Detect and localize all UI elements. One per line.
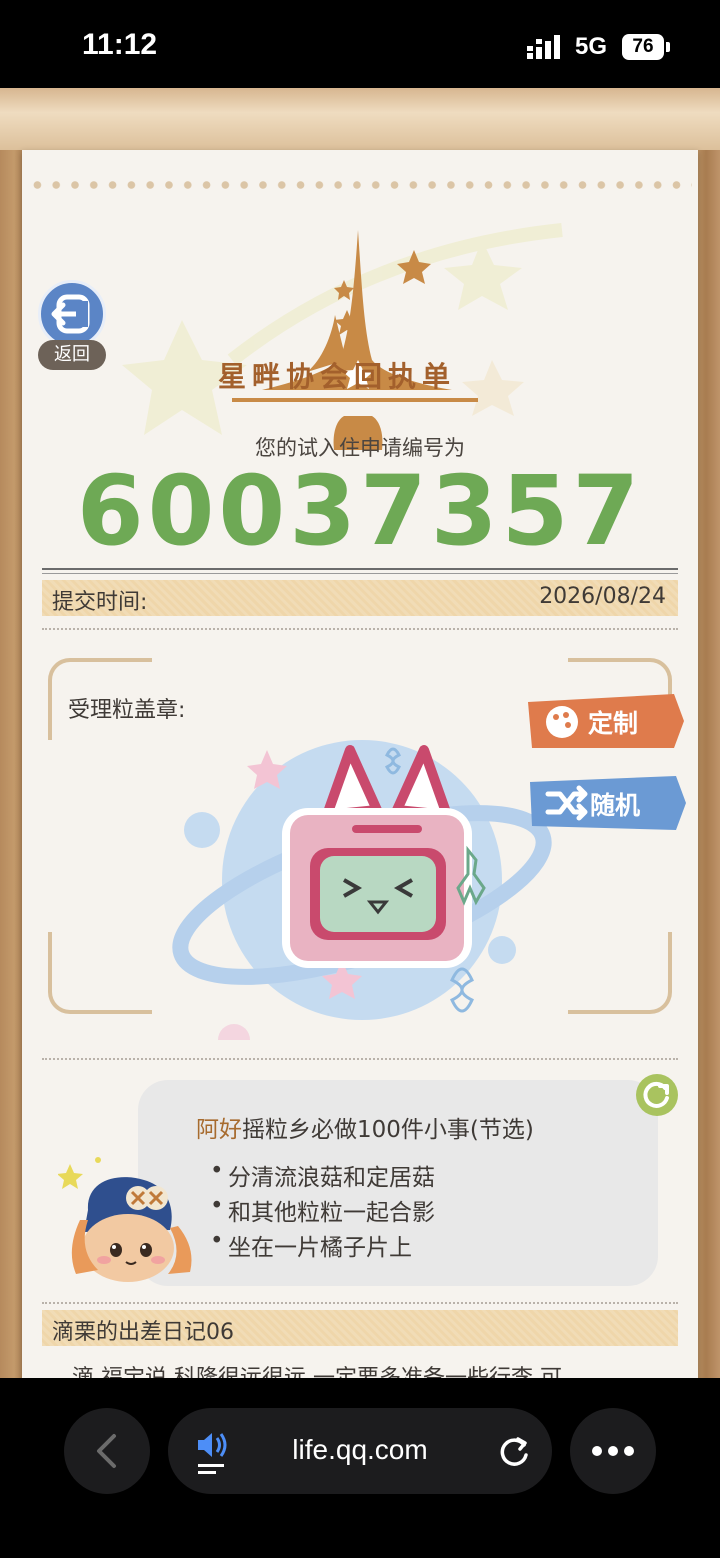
more-options-button[interactable] <box>570 1408 656 1494</box>
browser-bottom-bar: life.qq.com <box>0 1378 720 1558</box>
random-stamp-button[interactable]: 随机 <box>526 774 686 832</box>
submit-time-label: 提交时间: <box>52 590 148 615</box>
application-number: 60037357 <box>76 455 644 567</box>
signal-icon <box>527 35 560 59</box>
battery-level: 76 <box>622 34 664 60</box>
browser-back-button[interactable] <box>64 1408 150 1494</box>
random-label: 随机 <box>590 791 641 820</box>
stamp-label: 受理粒盖章: <box>68 698 186 723</box>
frame-corner-bottom-left <box>48 932 152 1014</box>
address-bar[interactable]: life.qq.com <box>168 1408 552 1494</box>
more-dots-icon <box>592 1446 634 1456</box>
todo-title-text: 摇粒乡必做100件小事(节选) <box>242 1117 534 1143</box>
stamp-image <box>172 740 552 1040</box>
submit-time-value: 2026/08/24 <box>539 584 666 609</box>
back-arrow-icon <box>51 294 90 334</box>
divider-dotted <box>42 1302 678 1304</box>
url-text[interactable]: life.qq.com <box>168 1434 552 1466</box>
frame-corner-bottom-right <box>568 932 672 1014</box>
battery-tip <box>666 42 670 52</box>
divider-dotted <box>42 628 678 630</box>
divider-dotted <box>42 1058 678 1060</box>
diary-band: 滴栗的出差日记06 <box>42 1310 678 1346</box>
todo-item: 坐在一片橘子片上 <box>210 1228 412 1262</box>
todo-item: 和其他粒粒一起合影 <box>210 1193 435 1227</box>
back-label[interactable]: 返回 <box>38 340 106 370</box>
refresh-icon <box>643 1081 669 1108</box>
network-type: 5G <box>575 33 608 60</box>
mascot-avatar <box>58 1157 192 1282</box>
diary-title: 滴栗的出差日记06 <box>52 1320 234 1345</box>
todo-item: 分清流浪菇和定居菇 <box>210 1158 435 1192</box>
chevron-left-icon <box>97 1434 116 1468</box>
submit-time-band: 提交时间: 2026/08/24 <box>42 580 678 616</box>
logo-title: 星畔协会回执单 <box>218 360 457 393</box>
custom-label: 定制 <box>588 709 639 738</box>
status-time: 11:12 <box>82 28 158 61</box>
page-background: 星畔协会回执单 返回 您的试入住申请编号为 60037357 提交时间: 202… <box>0 88 720 1378</box>
paper-perforation <box>28 180 692 190</box>
diary-text: 滴 福宝说 科隆很远很远 一定要多准备一些行李 可 <box>72 1360 562 1378</box>
todo-title: 阿好摇粒乡必做100件小事(节选) <box>196 1110 534 1144</box>
reload-icon[interactable] <box>496 1433 532 1469</box>
association-logo <box>122 223 563 450</box>
back-button[interactable] <box>38 280 106 348</box>
todo-title-name: 阿好 <box>196 1117 242 1143</box>
wooden-shelf <box>0 88 720 150</box>
receipt-paper[interactable]: 星畔协会回执单 返回 您的试入住申请编号为 60037357 提交时间: 202… <box>22 150 698 1378</box>
refresh-button[interactable] <box>636 1074 678 1116</box>
divider-double <box>42 568 678 574</box>
status-bar: 11:12 5G 76 <box>0 0 720 88</box>
custom-stamp-button[interactable]: 定制 <box>524 692 684 750</box>
todo-bubble: 阿好摇粒乡必做100件小事(节选) 分清流浪菇和定居菇 和其他粒粒一起合影 坐在… <box>138 1080 658 1286</box>
